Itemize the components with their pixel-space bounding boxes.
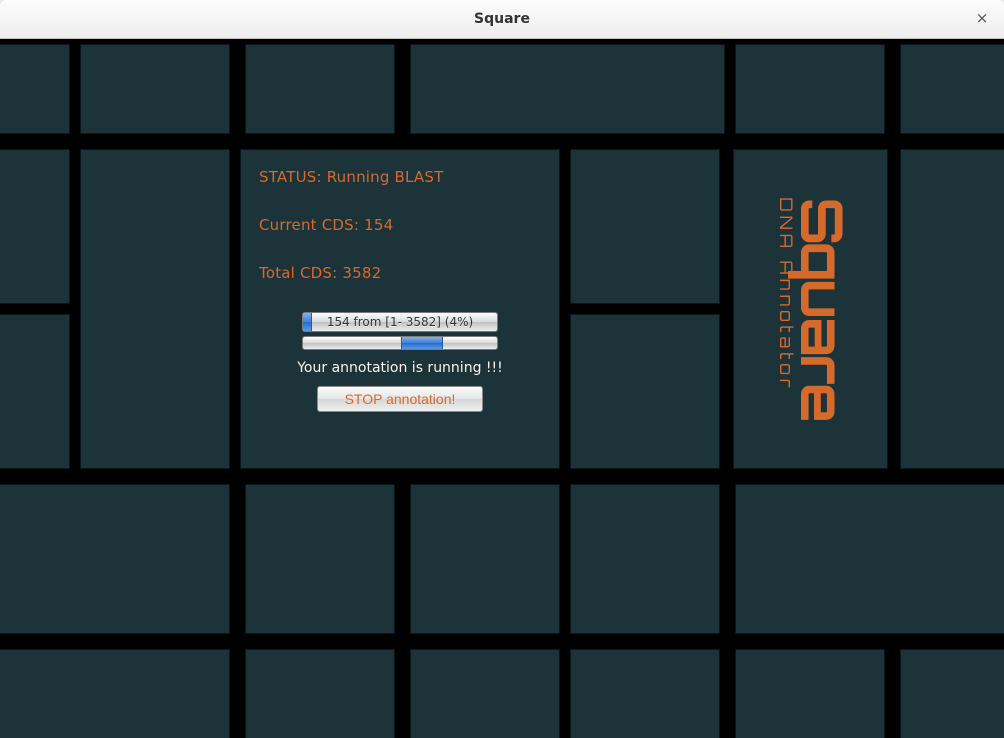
progress-label: 154 from [1- 3582] (4%) (303, 313, 497, 331)
bg-tile (735, 649, 885, 738)
bg-tile (0, 44, 70, 134)
bg-tile (900, 649, 1004, 738)
bg-tile (245, 649, 395, 738)
bg-tile (735, 484, 1004, 634)
bg-tile (570, 149, 720, 304)
bg-tile (0, 484, 230, 634)
status-panel: STATUS: Running BLAST Current CDS: 154 T… (240, 149, 560, 469)
bg-tile (570, 314, 720, 469)
bg-tile (570, 649, 720, 738)
logo-subtitle: DNA Annotator (774, 197, 795, 421)
logo-name: Square (797, 197, 846, 421)
status-value: Running BLAST (327, 168, 444, 186)
bg-tile (80, 44, 230, 134)
current-cds-value: 154 (364, 216, 393, 234)
progress-bar-indeterminate (302, 336, 498, 350)
logo-panel: Square DNA Annotator (733, 149, 888, 469)
bg-tile (410, 44, 725, 134)
status-label: STATUS: (259, 168, 327, 186)
current-cds-line: Current CDS: 154 (259, 216, 541, 234)
bg-tile (0, 149, 70, 304)
total-cds-line: Total CDS: 3582 (259, 264, 541, 282)
bg-tile (410, 649, 560, 738)
bg-tile (735, 44, 885, 134)
bg-tile (900, 149, 1004, 469)
progress-bar: 154 from [1- 3582] (4%) (302, 312, 498, 332)
progress-wrap: 154 from [1- 3582] (4%) Your annotation … (259, 312, 541, 412)
progress-message: Your annotation is running !!! (297, 360, 503, 376)
content-area: STATUS: Running BLAST Current CDS: 154 T… (0, 39, 1004, 738)
app-window: Square × STATUS: Running (0, 0, 1004, 738)
bg-tile (245, 484, 395, 634)
current-cds-label: Current CDS: (259, 216, 364, 234)
status-line: STATUS: Running BLAST (259, 168, 541, 186)
window-title: Square (474, 11, 530, 27)
total-cds-label: Total CDS: (259, 264, 342, 282)
bg-tile (570, 484, 720, 634)
title-bar: Square × (0, 0, 1004, 39)
progress-chunk (401, 337, 443, 349)
total-cds-value: 3582 (342, 264, 381, 282)
close-icon[interactable]: × (972, 8, 992, 28)
bg-tile (0, 649, 230, 738)
logo-inner: Square DNA Annotator (774, 197, 846, 421)
bg-tile (245, 44, 395, 134)
bg-tile (80, 149, 230, 469)
bg-tile (0, 314, 70, 469)
bg-tile (900, 44, 1004, 134)
stop-button[interactable]: STOP annotation! (317, 386, 483, 412)
bg-tile (410, 484, 560, 634)
